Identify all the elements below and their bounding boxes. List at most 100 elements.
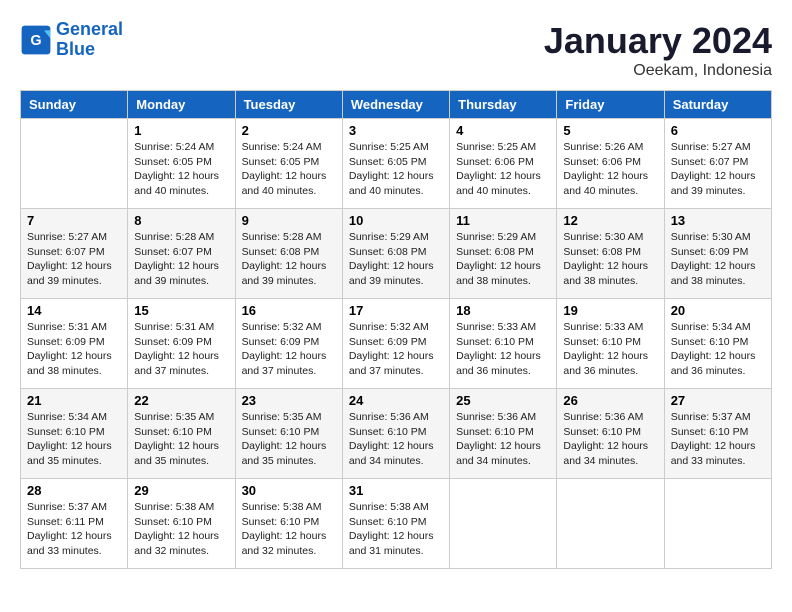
weekday-header: Friday: [557, 91, 664, 119]
calendar-cell: 19Sunrise: 5:33 AM Sunset: 6:10 PM Dayli…: [557, 299, 664, 389]
svg-text:G: G: [30, 33, 41, 49]
day-number: 4: [456, 123, 550, 138]
weekday-header: Saturday: [664, 91, 771, 119]
calendar-cell: 12 Sunrise: 5:30 AM Sunset: 6:08 PM Dayli…: [557, 209, 664, 299]
day-number: 13: [671, 213, 765, 228]
calendar-table: SundayMondayTuesdayWednesdayThursdayFrid…: [20, 90, 772, 569]
day-info: Sunrise: 5:36 AM Sunset: 6:10 PM Dayligh…: [456, 410, 550, 469]
day-info: Sunrise: 5:36 AM Sunset: 6:10 PM Dayligh…: [349, 410, 443, 469]
calendar-cell: 21Sunrise: 5:34 AM Sunset: 6:10 PM Dayli…: [21, 389, 128, 479]
day-number: 26: [563, 393, 657, 408]
day-info: Sunrise: 5:38 AM Sunset: 6:10 PM Dayligh…: [242, 500, 336, 559]
calendar-cell: 7Sunrise: 5:27 AM Sunset: 6:07 PM Daylig…: [21, 209, 128, 299]
calendar-cell: 8Sunrise: 5:28 AM Sunset: 6:07 PM Daylig…: [128, 209, 235, 299]
day-info: Sunrise: 5:26 AM Sunset: 6:06 PM Dayligh…: [563, 140, 657, 199]
calendar-week-row: 1 Sunrise: 5:24 AM Sunset: 6:05 PM Daylig…: [21, 119, 772, 209]
weekday-header: Wednesday: [342, 91, 449, 119]
day-info: Sunrise: 5:38 AM Sunset: 6:10 PM Dayligh…: [349, 500, 443, 559]
calendar-cell: 1Sunrise: 5:24 AM Sunset: 6:05 PM Daylig…: [128, 119, 235, 209]
day-info: Sunrise: 5:33 AM Sunset: 6:10 PM Dayligh…: [563, 320, 657, 379]
weekday-header: Tuesday: [235, 91, 342, 119]
calendar-cell: 11Sunrise: 5:29 AM Sunset: 6:08 PM Dayli…: [450, 209, 557, 299]
day-number: 31: [349, 483, 443, 498]
calendar-cell: [21, 119, 128, 209]
title-block: January 2024 Oeekam, Indonesia: [544, 20, 772, 80]
calendar-cell: 10 Sunrise: 5:29 AM Sunset: 6:08 PM Dayli…: [342, 209, 449, 299]
calendar-week-row: 7Sunrise: 5:27 AM Sunset: 6:07 PM Daylig…: [21, 209, 772, 299]
calendar-cell: 6 Sunrise: 5:27 AM Sunset: 6:07 PM Daylig…: [664, 119, 771, 209]
day-number: 25: [456, 393, 550, 408]
day-number: 16: [242, 303, 336, 318]
day-number: 11: [456, 213, 550, 228]
calendar-cell: 28 Sunrise: 5:37 AM Sunset: 6:11 PM Dayli…: [21, 479, 128, 569]
day-number: 1: [134, 123, 228, 138]
day-info: Sunrise: 5:29 AM Sunset: 6:08 PM Dayligh…: [349, 230, 443, 289]
day-number: 12: [563, 213, 657, 228]
calendar-cell: 25 Sunrise: 5:36 AM Sunset: 6:10 PM Dayli…: [450, 389, 557, 479]
day-info: Sunrise: 5:30 AM Sunset: 6:08 PM Dayligh…: [563, 230, 657, 289]
page-header: G General Blue January 2024 Oeekam, Indo…: [20, 20, 772, 80]
calendar-cell: [450, 479, 557, 569]
weekday-header: Thursday: [450, 91, 557, 119]
day-number: 3: [349, 123, 443, 138]
location-subtitle: Oeekam, Indonesia: [544, 62, 772, 80]
day-info: Sunrise: 5:31 AM Sunset: 6:09 PM Dayligh…: [27, 320, 121, 379]
day-number: 6: [671, 123, 765, 138]
day-number: 21: [27, 393, 121, 408]
day-info: Sunrise: 5:28 AM Sunset: 6:07 PM Dayligh…: [134, 230, 228, 289]
calendar-cell: 15Sunrise: 5:31 AM Sunset: 6:09 PM Dayli…: [128, 299, 235, 389]
month-title: January 2024: [544, 20, 772, 62]
day-info: Sunrise: 5:25 AM Sunset: 6:05 PM Dayligh…: [349, 140, 443, 199]
day-number: 22: [134, 393, 228, 408]
day-number: 10: [349, 213, 443, 228]
day-number: 2: [242, 123, 336, 138]
day-number: 27: [671, 393, 765, 408]
calendar-cell: 2 Sunrise: 5:24 AM Sunset: 6:05 PM Daylig…: [235, 119, 342, 209]
calendar-cell: 23 Sunrise: 5:35 AM Sunset: 6:10 PM Dayli…: [235, 389, 342, 479]
logo-icon: G: [20, 24, 52, 56]
day-info: Sunrise: 5:34 AM Sunset: 6:10 PM Dayligh…: [671, 320, 765, 379]
day-number: 24: [349, 393, 443, 408]
calendar-cell: 16 Sunrise: 5:32 AM Sunset: 6:09 PM Dayli…: [235, 299, 342, 389]
calendar-week-row: 28 Sunrise: 5:37 AM Sunset: 6:11 PM Dayli…: [21, 479, 772, 569]
calendar-cell: 20 Sunrise: 5:34 AM Sunset: 6:10 PM Dayli…: [664, 299, 771, 389]
calendar-cell: [557, 479, 664, 569]
day-info: Sunrise: 5:37 AM Sunset: 6:10 PM Dayligh…: [671, 410, 765, 469]
calendar-cell: 30 Sunrise: 5:38 AM Sunset: 6:10 PM Dayli…: [235, 479, 342, 569]
calendar-cell: 26Sunrise: 5:36 AM Sunset: 6:10 PM Dayli…: [557, 389, 664, 479]
day-number: 17: [349, 303, 443, 318]
calendar-cell: 29 Sunrise: 5:38 AM Sunset: 6:10 PM Dayli…: [128, 479, 235, 569]
logo-line1: General: [56, 19, 123, 39]
day-number: 30: [242, 483, 336, 498]
day-number: 29: [134, 483, 228, 498]
weekday-header: Monday: [128, 91, 235, 119]
day-number: 28: [27, 483, 121, 498]
logo-text: General Blue: [56, 20, 123, 60]
logo-line2: Blue: [56, 39, 95, 59]
calendar-cell: [664, 479, 771, 569]
day-info: Sunrise: 5:33 AM Sunset: 6:10 PM Dayligh…: [456, 320, 550, 379]
calendar-cell: 27 Sunrise: 5:37 AM Sunset: 6:10 PM Dayli…: [664, 389, 771, 479]
day-info: Sunrise: 5:24 AM Sunset: 6:05 PM Dayligh…: [242, 140, 336, 199]
day-number: 14: [27, 303, 121, 318]
calendar-cell: 3 Sunrise: 5:25 AM Sunset: 6:05 PM Daylig…: [342, 119, 449, 209]
day-number: 7: [27, 213, 121, 228]
calendar-week-row: 21Sunrise: 5:34 AM Sunset: 6:10 PM Dayli…: [21, 389, 772, 479]
calendar-cell: 31 Sunrise: 5:38 AM Sunset: 6:10 PM Dayli…: [342, 479, 449, 569]
day-info: Sunrise: 5:31 AM Sunset: 6:09 PM Dayligh…: [134, 320, 228, 379]
day-number: 20: [671, 303, 765, 318]
day-info: Sunrise: 5:32 AM Sunset: 6:09 PM Dayligh…: [242, 320, 336, 379]
calendar-cell: 13Sunrise: 5:30 AM Sunset: 6:09 PM Dayli…: [664, 209, 771, 299]
day-number: 23: [242, 393, 336, 408]
day-info: Sunrise: 5:28 AM Sunset: 6:08 PM Dayligh…: [242, 230, 336, 289]
calendar-cell: 9 Sunrise: 5:28 AM Sunset: 6:08 PM Daylig…: [235, 209, 342, 299]
day-info: Sunrise: 5:25 AM Sunset: 6:06 PM Dayligh…: [456, 140, 550, 199]
day-info: Sunrise: 5:38 AM Sunset: 6:10 PM Dayligh…: [134, 500, 228, 559]
logo: G General Blue: [20, 20, 123, 60]
day-info: Sunrise: 5:27 AM Sunset: 6:07 PM Dayligh…: [671, 140, 765, 199]
calendar-cell: 18Sunrise: 5:33 AM Sunset: 6:10 PM Dayli…: [450, 299, 557, 389]
day-info: Sunrise: 5:35 AM Sunset: 6:10 PM Dayligh…: [242, 410, 336, 469]
day-info: Sunrise: 5:37 AM Sunset: 6:11 PM Dayligh…: [27, 500, 121, 559]
calendar-cell: 14 Sunrise: 5:31 AM Sunset: 6:09 PM Dayli…: [21, 299, 128, 389]
day-number: 9: [242, 213, 336, 228]
